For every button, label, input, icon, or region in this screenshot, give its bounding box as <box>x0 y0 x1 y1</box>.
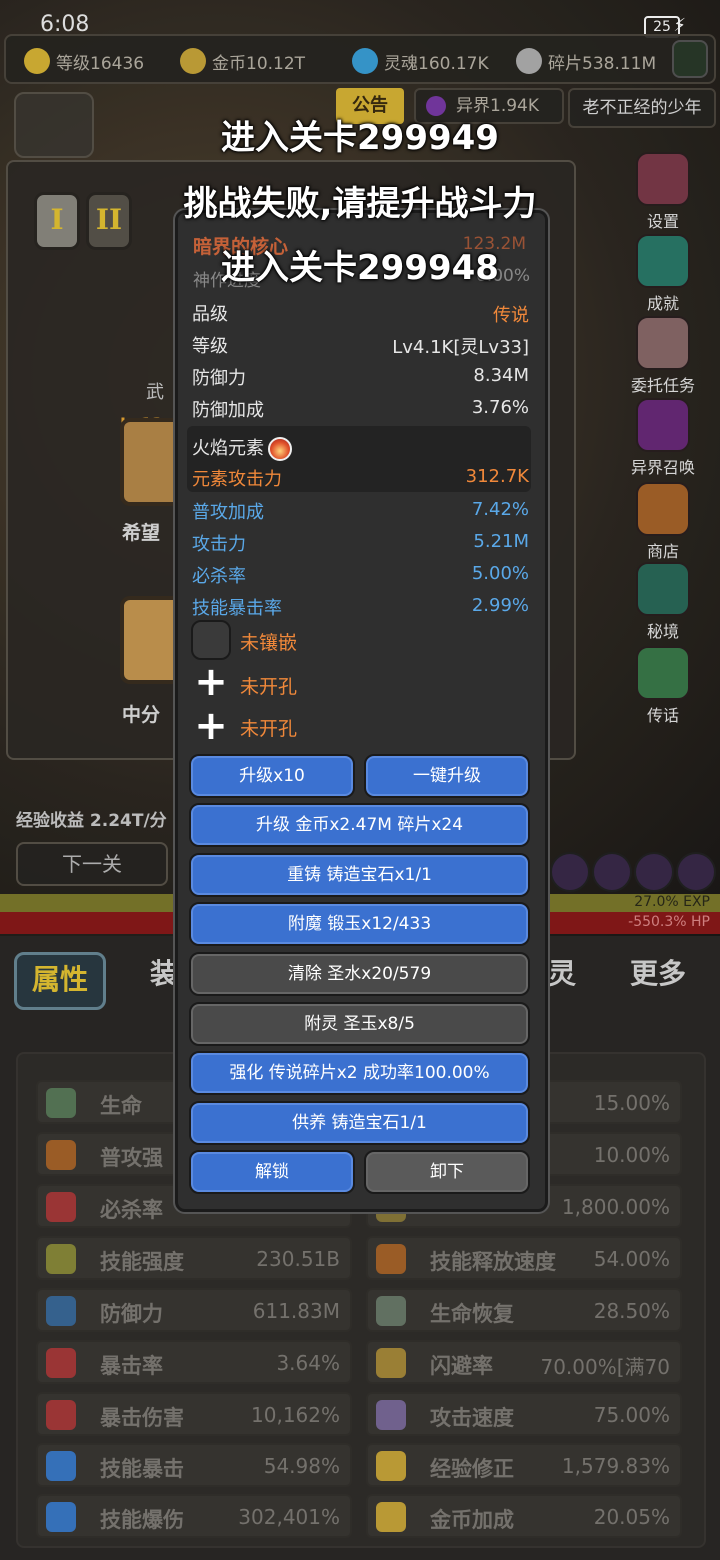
enchant-button[interactable]: 附魔 锻玉x12/433 <box>189 902 530 946</box>
reforge-button[interactable]: 重铸 铸造宝石x1/1 <box>189 853 530 897</box>
row-grade: 品级 传说 <box>192 304 529 326</box>
row-skill-crit: 技能暴击率 2.99% <box>192 595 529 619</box>
unequip-button[interactable]: 卸下 <box>364 1150 530 1194</box>
row-normal-attack-bonus: 普攻加成 7.42% <box>192 499 529 523</box>
row-defense: 防御力 8.34M <box>192 365 529 389</box>
socket-label-2: 未开孔 <box>240 676 298 698</box>
fire-icon <box>268 437 292 461</box>
row-level: 等级 Lv4.1K[灵Lv33] <box>192 336 529 358</box>
toast-challenge-failed: 挑战失败,请提升战斗力 <box>183 184 537 224</box>
enhance-button[interactable]: 强化 传说碎片x2 成功率100.00% <box>189 1051 530 1095</box>
socket-empty[interactable] <box>191 620 231 660</box>
clear-button[interactable]: 清除 圣水x20/579 <box>189 952 530 996</box>
upgrade-button[interactable]: 升级 金币x2.47M 碎片x24 <box>189 803 530 847</box>
plus-icon[interactable]: + <box>191 706 231 748</box>
socket-label-3: 未开孔 <box>240 718 298 740</box>
upgrade-x10-button[interactable]: 升级x10 <box>189 754 355 798</box>
nurture-button[interactable]: 供养 铸造宝石1/1 <box>189 1101 530 1145</box>
toast-enter-stage: 进入关卡299949 <box>221 118 499 158</box>
plus-icon[interactable]: + <box>191 662 231 704</box>
row-element: 火焰元素 <box>189 430 529 461</box>
row-element-attack: 元素攻击力 312.7K <box>192 466 529 490</box>
row-kill-rate: 必杀率 5.00% <box>192 563 529 587</box>
one-click-upgrade-button[interactable]: 一键升级 <box>364 754 530 798</box>
row-defense-bonus: 防御加成 3.76% <box>192 397 529 421</box>
unlock-button[interactable]: 解锁 <box>189 1150 355 1194</box>
row-attack: 攻击力 5.21M <box>192 531 529 555</box>
spirit-attach-button[interactable]: 附灵 圣玉x8/5 <box>189 1002 530 1046</box>
toast-enter-stage-2: 进入关卡299948 <box>221 248 499 288</box>
socket-label-1: 未镶嵌 <box>240 632 298 654</box>
